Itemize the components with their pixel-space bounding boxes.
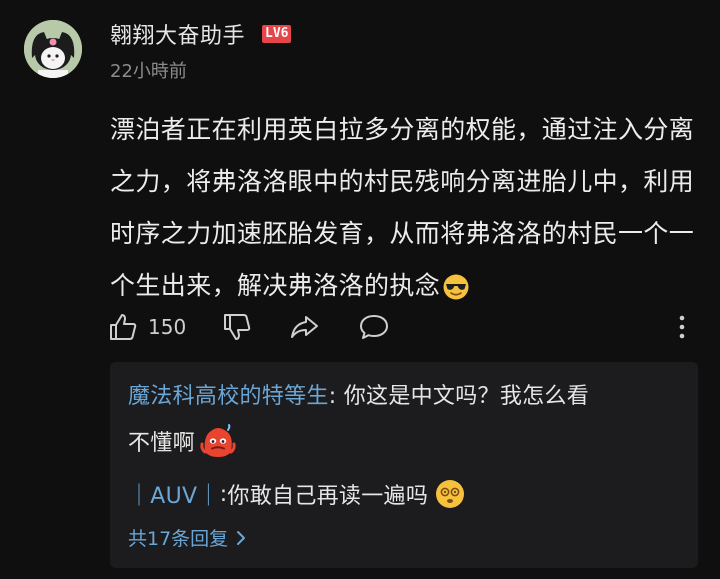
more-options-button[interactable] — [674, 310, 690, 344]
like-count: 150 — [148, 315, 187, 339]
reply-author[interactable]: 魔法科高校的特等生 — [128, 384, 329, 409]
reply-text: 你敢自己再读一遍吗 — [227, 484, 429, 509]
thumbs-up-icon — [110, 314, 137, 340]
chevron-right-icon — [237, 530, 246, 545]
reply-button[interactable] — [358, 310, 390, 344]
comment-card: 翱翔大奋助手 LV6 22小時前 漂泊者正在利用英白拉多分离的权能，通过注入分离… — [0, 0, 720, 579]
reply-author[interactable]: ｜AUV｜ — [128, 478, 220, 510]
reply-text: 不懂啊 — [128, 431, 195, 456]
reply-separator: : — [219, 481, 228, 507]
share-icon — [291, 316, 318, 338]
thumbs-down-icon — [224, 314, 251, 340]
reply-item[interactable]: 魔法科高校的特等生: 你这是中文吗？我怎么看 — [128, 378, 589, 410]
replies-preview[interactable]: 魔法科高校的特等生: 你这是中文吗？我怎么看 不懂啊 ｜AUV｜: 你敢自己再读… — [110, 362, 698, 568]
dizzy-face-emoji-icon — [434, 478, 466, 510]
dislike-button[interactable] — [222, 310, 252, 344]
view-all-replies-label: 共17条回复 — [128, 528, 229, 550]
comment-body: 漂泊者正在利用英白拉多分离的权能，通过注入分离之力，将弗洛洛眼中的村民残响分离进… — [110, 104, 700, 312]
reply-text: 你这是中文吗？我怎么看 — [343, 384, 590, 409]
reply-item[interactable]: ｜AUV｜: 你敢自己再读一遍吗 — [128, 478, 466, 510]
more-vertical-icon — [679, 315, 685, 339]
avatar-image — [24, 20, 82, 78]
reply-item-continued: 不懂啊 — [128, 422, 237, 460]
reply-separator: : — [328, 384, 344, 409]
timestamp: 22小時前 — [110, 61, 187, 82]
level-badge: LV6 — [262, 25, 292, 43]
username[interactable]: 翱翔大奋助手 — [110, 18, 245, 50]
comment-actions: 150 — [108, 310, 698, 346]
comment-text: 漂泊者正在利用英白拉多分离的权能，通过注入分离之力，将弗洛洛眼中的村民残响分离进… — [110, 115, 695, 300]
avatar[interactable] — [24, 20, 82, 78]
share-button[interactable] — [288, 310, 320, 344]
sunglasses-emoji-icon — [442, 273, 470, 301]
view-all-replies-link[interactable]: 共17条回复 — [128, 524, 246, 551]
reply-bubble-icon — [360, 315, 388, 339]
like-button[interactable]: 150 — [108, 310, 186, 344]
red-sweating-blob-emoji-icon — [199, 422, 237, 460]
